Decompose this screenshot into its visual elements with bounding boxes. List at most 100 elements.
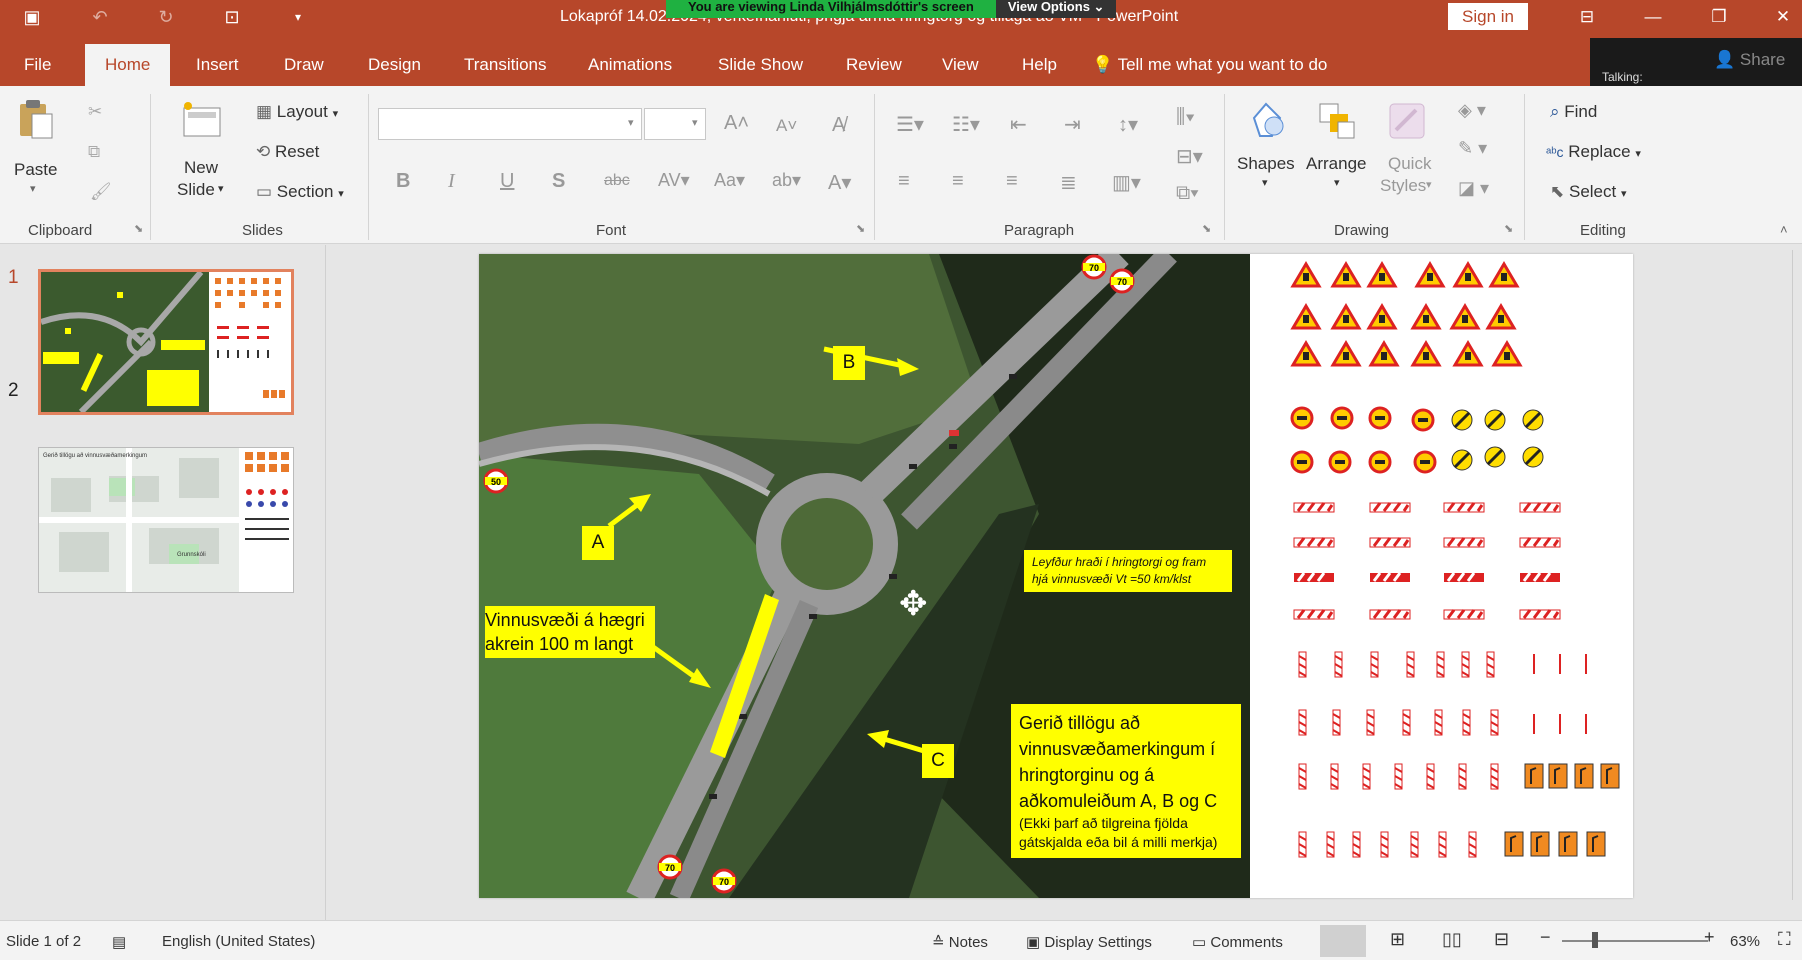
clear-formatting-icon[interactable]: A̸ xyxy=(832,114,845,137)
tab-draw[interactable]: Draw xyxy=(284,44,324,86)
layout-button[interactable]: ▦ Layout ▾ xyxy=(256,102,338,122)
shadow-icon[interactable]: S xyxy=(552,170,565,193)
reset-button[interactable]: ⟲ Reset xyxy=(256,142,319,162)
replace-button[interactable]: ᵃᵇc Replace ▾ xyxy=(1546,142,1641,162)
tab-file[interactable]: File xyxy=(24,44,51,86)
justify-icon[interactable]: ≣ xyxy=(1060,170,1077,195)
italic-icon[interactable]: I xyxy=(448,170,455,193)
align-right-icon[interactable]: ≡ xyxy=(1006,170,1018,193)
presenter-icon[interactable]: ⊡ xyxy=(220,5,244,29)
underline-icon[interactable]: U xyxy=(500,170,514,193)
quick-styles-button-line2[interactable]: Styles xyxy=(1380,176,1426,196)
decrease-indent-icon[interactable]: ⇤ xyxy=(1010,112,1027,137)
tab-insert[interactable]: Insert xyxy=(196,44,239,86)
display-settings-button[interactable]: ▣ Display Settings xyxy=(1026,933,1152,951)
increase-font-icon[interactable]: A˄ xyxy=(724,112,749,135)
highlight-icon[interactable]: ab▾ xyxy=(772,170,801,191)
tab-review[interactable]: Review xyxy=(846,44,902,86)
drawing-launcher-icon[interactable]: ⬊ xyxy=(1504,222,1513,235)
align-text-icon[interactable]: ⊟▾ xyxy=(1176,144,1203,169)
numbering-icon[interactable]: ☷▾ xyxy=(952,112,980,137)
copy-icon[interactable]: ⧉ xyxy=(88,142,100,162)
columns-icon[interactable]: ▥▾ xyxy=(1112,170,1141,195)
sign-in-button[interactable]: Sign in xyxy=(1448,3,1528,30)
tab-home[interactable]: Home xyxy=(85,44,171,86)
tab-design[interactable]: Design xyxy=(368,44,421,86)
close-icon[interactable]: ✕ xyxy=(1768,4,1798,30)
new-slide-button-line2[interactable]: Slide xyxy=(177,180,215,200)
language-indicator[interactable]: English (United States) xyxy=(162,933,315,950)
task-description[interactable]: Gerið tillögu að vinnusvæðamerkingum í h… xyxy=(1011,704,1241,858)
save-icon[interactable]: ▣ xyxy=(20,5,44,29)
slide-canvas[interactable]: 70 70 50 70 70 B A C Vinnusvæði á hægri … xyxy=(479,254,1633,898)
work-zone-label[interactable]: Vinnusvæði á hægri akrein 100 m langt xyxy=(485,606,655,658)
label-b[interactable]: B xyxy=(833,346,865,380)
customize-qat-icon[interactable]: ▾ xyxy=(286,5,310,29)
tab-transitions[interactable]: Transitions xyxy=(464,44,547,86)
clipboard-launcher-icon[interactable]: ⬊ xyxy=(134,222,143,235)
shape-fill-icon[interactable]: ◈ ▾ xyxy=(1458,100,1486,121)
section-button[interactable]: ▭ Section ▾ xyxy=(256,182,344,202)
tab-view[interactable]: View xyxy=(942,44,979,86)
format-painter-icon[interactable]: 🖌 xyxy=(90,182,112,202)
spelling-check-icon[interactable]: ▤ xyxy=(112,933,126,951)
paste-dropdown-icon[interactable]: ▾ xyxy=(30,182,36,195)
collapse-ribbon-icon[interactable]: ˄ xyxy=(1780,222,1788,237)
slideshow-view-icon[interactable]: ⊟ xyxy=(1494,929,1509,950)
paragraph-launcher-icon[interactable]: ⬊ xyxy=(1202,222,1211,235)
text-direction-icon[interactable]: ⫼▾ xyxy=(1176,106,1195,129)
tab-slide-show[interactable]: Slide Show xyxy=(718,44,803,86)
minimize-icon[interactable]: — xyxy=(1638,4,1668,30)
bold-icon[interactable]: B xyxy=(396,170,410,193)
speed-limit-note[interactable]: Leyfður hraði í hringtorgi og fram hjá v… xyxy=(1024,550,1232,592)
font-name-dropdown-icon[interactable]: ▾ xyxy=(628,116,634,129)
undo-icon[interactable]: ↶ xyxy=(88,5,112,29)
font-size-dropdown-icon[interactable]: ▾ xyxy=(692,116,698,129)
change-case-icon[interactable]: Aa▾ xyxy=(714,170,745,191)
increase-indent-icon[interactable]: ⇥ xyxy=(1064,112,1081,137)
shapes-button[interactable]: Shapes xyxy=(1237,154,1295,174)
tab-help[interactable]: Help xyxy=(1022,44,1057,86)
arrange-dropdown-icon[interactable]: ▾ xyxy=(1334,176,1340,189)
select-button[interactable]: ⬉ Select ▾ xyxy=(1550,182,1627,202)
slide-thumbnail-2[interactable]: Gerið tillögu að vinnusvæðamerkingum Gru… xyxy=(38,447,294,593)
shape-outline-icon[interactable]: ✎ ▾ xyxy=(1458,138,1487,159)
notes-button[interactable]: ≙ Notes xyxy=(932,933,988,951)
find-button[interactable]: ⌕ Find xyxy=(1550,102,1597,122)
ribbon-display-icon[interactable]: ⊟ xyxy=(1572,4,1602,30)
paste-button[interactable]: Paste xyxy=(14,160,57,180)
share-button[interactable]: 👤 Share xyxy=(1714,50,1785,70)
zoom-out-button[interactable]: − xyxy=(1540,927,1551,948)
strikethrough-icon[interactable]: abc xyxy=(604,172,630,190)
shape-effects-icon[interactable]: ◪ ▾ xyxy=(1458,178,1489,199)
vertical-scrollbar[interactable] xyxy=(1792,250,1802,900)
line-spacing-icon[interactable]: ↕▾ xyxy=(1118,112,1138,137)
align-left-icon[interactable]: ≡ xyxy=(898,170,910,193)
quick-styles-dropdown-icon[interactable]: ▾ xyxy=(1426,178,1432,191)
zoom-slider-handle[interactable] xyxy=(1592,932,1598,948)
label-a[interactable]: A xyxy=(582,526,614,560)
shapes-dropdown-icon[interactable]: ▾ xyxy=(1262,176,1268,189)
zoom-slider[interactable] xyxy=(1562,940,1708,942)
decrease-font-icon[interactable]: A˅ xyxy=(776,116,797,136)
redo-icon[interactable]: ↻ xyxy=(154,5,178,29)
convert-smartart-icon[interactable]: ⧉▾ xyxy=(1176,182,1199,205)
character-spacing-icon[interactable]: AV▾ xyxy=(658,170,690,191)
new-slide-dropdown-icon[interactable]: ▾ xyxy=(218,182,224,195)
bullets-icon[interactable]: ☰▾ xyxy=(896,112,924,137)
zoom-level[interactable]: 63% xyxy=(1730,933,1760,950)
new-slide-button[interactable]: New xyxy=(184,158,218,178)
tab-animations[interactable]: Animations xyxy=(588,44,672,86)
tell-me-search[interactable]: 💡 Tell me what you want to do xyxy=(1092,44,1327,86)
normal-view-icon[interactable] xyxy=(1320,925,1366,957)
restore-icon[interactable]: ❐ xyxy=(1704,4,1734,30)
zoom-in-button[interactable]: + xyxy=(1704,927,1715,948)
label-c[interactable]: C xyxy=(922,744,954,778)
view-options-button[interactable]: View Options ⌄ xyxy=(995,0,1117,18)
cut-icon[interactable]: ✂ xyxy=(88,102,102,122)
fit-to-window-icon[interactable]: ⛶ xyxy=(1778,929,1791,950)
slide-thumbnail-1[interactable] xyxy=(38,269,294,415)
align-center-icon[interactable]: ≡ xyxy=(952,170,964,193)
reading-view-icon[interactable]: ▯▯ xyxy=(1442,929,1462,950)
slide-sorter-icon[interactable]: ⊞ xyxy=(1390,929,1405,950)
